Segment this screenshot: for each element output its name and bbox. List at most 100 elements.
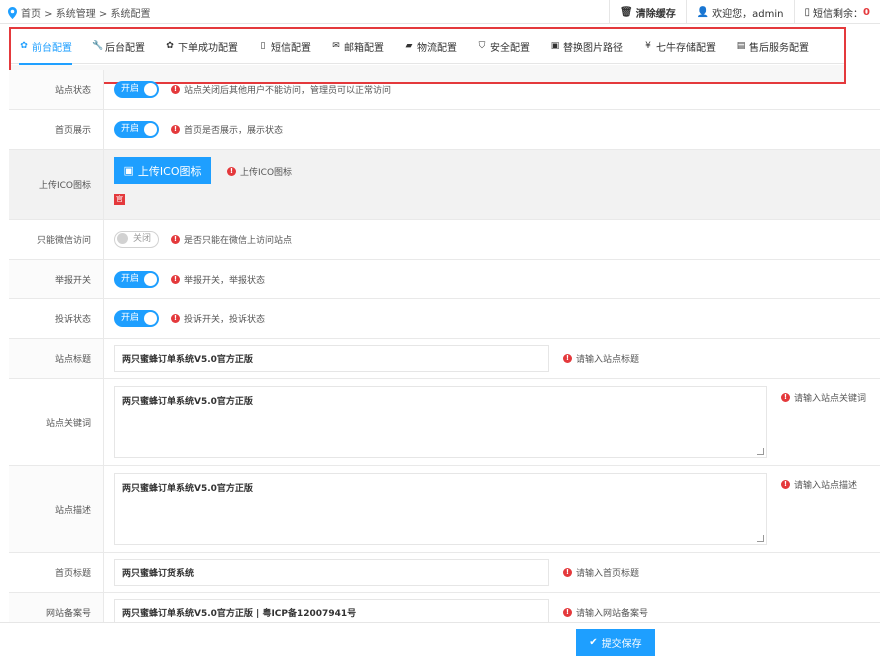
tab-label: 邮箱配置 [344,42,384,54]
tab-label: 安全配置 [490,42,530,54]
row-site-keywords: 站点关键词 两只蜜蜂订单系统V5.0官方正版 ! 请输入站点关键词 [9,379,880,466]
site-status-switch[interactable]: 开启 [114,81,159,98]
wechat-only-switch[interactable]: 关闭 [114,231,159,248]
ico-preview: 官 [114,194,125,205]
site-keywords-tip: 请输入站点关键词 [794,394,867,404]
home-display-label: 首页展示 [9,110,104,149]
truck-icon: ▰ [405,41,413,51]
home-title-label: 首页标题 [9,553,104,592]
trash-icon: 🗑 [620,6,633,18]
tab-label: 替换图片路径 [563,42,623,54]
tab-9[interactable]: ▤ 售后服务配置 [736,29,809,64]
submit-save-button[interactable]: ✔ 提交保存 [576,629,655,656]
site-title-label: 站点标题 [9,339,104,378]
gear-icon: ✿ [166,41,174,51]
row-complaint-status: 投诉状态 开启 ! 投诉开关，投诉状态 [9,299,880,339]
home-title-tip: 请输入首页标题 [576,569,640,579]
row-wechat-only: 只能微信访问 关闭 ! 是否只能在微信上访问站点 [9,220,880,260]
phone-icon: ▯ [804,6,811,18]
site-status-tip-wrap: ! 站点关闭后其他用户不能访问，管理员可以正常访问 [171,83,391,96]
site-keywords-tip-wrap: ! 请输入站点关键词 [781,391,866,404]
tab-label: 下单成功配置 [178,42,238,54]
site-keywords-label: 站点关键词 [9,379,104,465]
sms-remaining: ▯ 短信剩余： 0 [793,0,880,24]
tab-label: 短信配置 [271,42,311,54]
warning-icon: ! [171,314,180,323]
site-title-tip-wrap: ! 请输入站点标题 [563,352,639,365]
welcome-label: 欢迎您，admin [712,8,784,20]
home-display-switch[interactable]: 开启 [114,121,159,138]
top-bar: 首页 > 系统管理 > 系统配置 🗑 清除缓存 👤 欢迎您，admin ▯ 短信… [0,0,880,24]
home-display-tip: 首页是否展示，展示状态 [184,126,284,136]
wrench-icon: 🔧 [92,41,104,51]
upload-ico-tip-wrap: ! 上传ICO图标 [227,165,292,178]
icp-tip-wrap: ! 请输入网站备案号 [563,606,648,619]
site-title-input[interactable]: 两只蜜蜂订单系统V5.0官方正版 [114,345,549,372]
home-title-input[interactable]: 两只蜜蜂订货系统 [114,559,549,586]
welcome-user[interactable]: 👤 欢迎您，admin [685,0,794,24]
tab-3[interactable]: ▯ 短信配置 [258,29,311,64]
upload-ico-button-label: 上传ICO图标 [137,164,202,178]
site-description-textarea[interactable]: 两只蜜蜂订单系统V5.0官方正版 [114,473,767,545]
envelope-icon: ✉ [332,41,340,51]
clear-cache-button[interactable]: 🗑 清除缓存 [609,0,686,24]
warning-icon: ! [563,354,572,363]
tab-label: 后台配置 [105,42,145,54]
site-status-tip: 站点关闭后其他用户不能访问，管理员可以正常访问 [184,86,392,96]
sms-label: 短信剩余： [813,8,864,20]
warning-icon: ! [171,235,180,244]
tab-2[interactable]: ✿ 下单成功配置 [165,29,238,64]
config-tabs: ✿ 前台配置 🔧 后台配置 ✿ 下单成功配置 ▯ 短信配置 ✉ 邮箱配置 ▰ 物流配置 ⛉ 安全配置 ▣ 替换… [11,29,844,65]
config-form: 站点状态 开启 ! 站点关闭后其他用户不能访问，管理员可以正常访问 首页展示 开启… [9,70,880,633]
report-tip: 举报开关，举报状态 [184,275,266,286]
report-switch-label: 举报开关 [9,260,104,298]
upload-ico-button[interactable]: ▣ 上传ICO图标 [114,157,211,184]
shield-icon: ⛉ [478,41,486,51]
site-description-tip: 请输入站点描述 [794,481,858,491]
tab-5[interactable]: ▰ 物流配置 [404,29,457,64]
tab-4[interactable]: ✉ 邮箱配置 [331,29,384,64]
row-site-description: 站点描述 两只蜜蜂订单系统V5.0官方正版 ! 请输入站点描述 [9,466,880,553]
row-site-title: 站点标题 两只蜜蜂订单系统V5.0官方正版 ! 请输入站点标题 [9,339,880,379]
warning-icon: ! [171,85,180,94]
icp-tip: 请输入网站备案号 [576,609,649,619]
tab-8[interactable]: ¥ 七牛存储配置 [643,29,716,64]
complaint-status-switch[interactable]: 开启 [114,310,159,327]
tab-label: 七牛存储配置 [656,42,716,54]
complaint-tip-wrap: ! 投诉开关，投诉状态 [171,312,265,325]
tab-label: 物流配置 [417,42,457,54]
home-display-tip-wrap: ! 首页是否展示，展示状态 [171,123,283,136]
row-home-display: 首页展示 开启 ! 首页是否展示，展示状态 [9,110,880,150]
row-home-title: 首页标题 两只蜜蜂订货系统 ! 请输入首页标题 [9,553,880,593]
complaint-status-label: 投诉状态 [9,299,104,338]
gear-icon: ✿ [20,41,28,51]
footer-bar: ✔ 提交保存 [0,622,880,662]
image-icon: ▣ [550,41,560,51]
report-switch[interactable]: 开启 [114,270,159,288]
warning-icon: ! [171,125,180,134]
tab-1[interactable]: 🔧 后台配置 [92,29,145,64]
warning-icon: ! [781,480,790,489]
warning-icon: ! [563,568,572,577]
row-site-status: 站点状态 开启 ! 站点关闭后其他用户不能访问，管理员可以正常访问 [9,70,880,110]
phone-icon: ▯ [260,41,266,51]
row-upload-ico: 上传ICO图标 ▣ 上传ICO图标 ! 上传ICO图标 官 [9,150,880,220]
breadcrumb-text[interactable]: 首页 > 系统管理 > 系统配置 [21,5,150,20]
site-description-tip-wrap: ! 请输入站点描述 [781,478,857,491]
tab-label: 前台配置 [32,42,72,54]
site-keywords-textarea[interactable]: 两只蜜蜂订单系统V5.0官方正版 [114,386,767,458]
report-tip-wrap: ! 举报开关，举报状态 [171,273,265,286]
tab-0[interactable]: ✿ 前台配置 [19,29,72,65]
row-report-switch: 举报开关 开启 ! 举报开关，举报状态 [9,260,880,299]
wechat-only-tip-wrap: ! 是否只能在微信上访问站点 [171,233,292,246]
yen-icon: ¥ [645,41,651,51]
tab-6[interactable]: ⛉ 安全配置 [477,29,530,64]
warning-icon: ! [781,393,790,402]
site-title-tip: 请输入站点标题 [576,355,640,365]
warning-icon: ! [171,274,180,284]
home-title-tip-wrap: ! 请输入首页标题 [563,566,639,579]
sms-count: 0 [863,6,870,18]
warning-icon: ! [563,608,572,617]
user-icon: 👤 [696,6,710,18]
tab-7[interactable]: ▣ 替换图片路径 [550,29,623,64]
